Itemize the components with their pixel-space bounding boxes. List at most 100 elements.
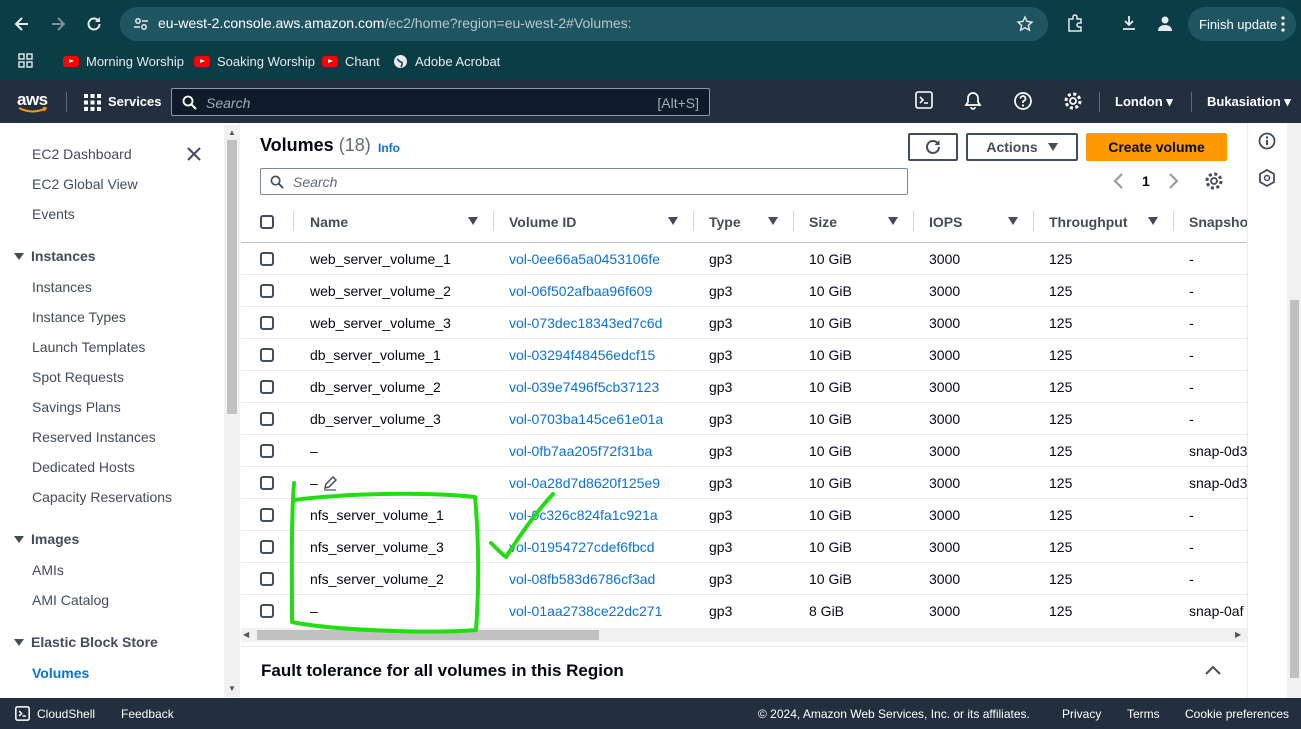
sidebar-item-ec2-global-view[interactable]: EC2 Global View <box>32 176 138 192</box>
sort-caret-icon[interactable] <box>768 217 778 225</box>
table-preferences-gear-icon[interactable] <box>1204 171 1224 191</box>
services-grid-icon[interactable] <box>84 94 101 111</box>
bookmark-star-icon[interactable] <box>1016 15 1034 33</box>
sort-caret-icon[interactable] <box>1008 217 1018 225</box>
table-row[interactable]: web_server_volume_1 vol-0ee66a5a0453106f… <box>241 243 1247 275</box>
chevron-up-icon[interactable] <box>1204 664 1222 676</box>
cell-volume-id-link[interactable]: vol-039e7496f5cb37123 <box>509 379 659 395</box>
finish-update-button[interactable]: Finish update <box>1188 7 1296 41</box>
table-row[interactable]: web_server_volume_3 vol-073dec18343ed7c6… <box>241 307 1247 339</box>
cell-volume-id-link[interactable]: vol-0ee66a5a0453106fe <box>509 251 660 267</box>
sort-caret-icon[interactable] <box>1148 217 1158 225</box>
column-header-iops[interactable]: IOPS <box>929 214 962 230</box>
table-row[interactable]: – vol-0a28d7d8620f125e9 gp3 10 GiB 3000 … <box>241 467 1247 499</box>
row-checkbox[interactable] <box>260 252 274 266</box>
actions-button[interactable]: Actions <box>966 133 1078 161</box>
cell-volume-id-link[interactable]: vol-01aa2738ce22dc271 <box>509 603 662 619</box>
bookmark-adobe-acrobat[interactable]: Adobe Acrobat <box>393 52 500 70</box>
row-checkbox[interactable] <box>260 412 274 426</box>
info-link[interactable]: Info <box>378 141 400 155</box>
cell-volume-id-link[interactable]: vol-08fb583d6786cf3ad <box>509 571 655 587</box>
row-checkbox[interactable] <box>260 476 274 490</box>
refresh-button[interactable] <box>908 133 958 161</box>
table-row[interactable]: nfs_server_volume_1 vol-0c326c824fa1c921… <box>241 499 1247 531</box>
scroll-right-arrow-icon[interactable]: ▶ <box>1235 630 1241 639</box>
profile-icon[interactable] <box>1156 14 1174 32</box>
row-checkbox[interactable] <box>260 604 274 618</box>
column-header-snapshot[interactable]: Snapshot <box>1189 214 1253 230</box>
close-sidebar-icon[interactable] <box>186 146 202 162</box>
cell-volume-id-link[interactable]: vol-06f502afbaa96f609 <box>509 283 652 299</box>
sidebar-section-images[interactable]: Images <box>14 531 79 547</box>
scroll-up-arrow-icon[interactable]: ▲ <box>228 128 236 137</box>
column-header-throughput[interactable]: Throughput <box>1049 214 1128 230</box>
cloudshell-link[interactable]: CloudShell <box>37 707 95 721</box>
hexagon-icon[interactable] <box>1258 169 1276 187</box>
cloudshell-icon[interactable] <box>15 706 30 721</box>
cell-volume-id-link[interactable]: vol-0703ba145ce61e01a <box>509 411 663 427</box>
scroll-left-arrow-icon[interactable]: ◀ <box>243 630 249 639</box>
cookie-preferences-link[interactable]: Cookie preferences <box>1185 707 1289 721</box>
table-row[interactable]: db_server_volume_1 vol-03294f48456edcf15… <box>241 339 1247 371</box>
prev-page-icon[interactable] <box>1112 172 1124 190</box>
table-row[interactable]: – vol-01aa2738ce22dc271 gp3 8 GiB 3000 1… <box>241 595 1247 627</box>
table-row[interactable]: nfs_server_volume_2 vol-08fb583d6786cf3a… <box>241 563 1247 595</box>
row-checkbox[interactable] <box>260 316 274 330</box>
info-circle-icon[interactable] <box>1258 132 1276 150</box>
row-checkbox[interactable] <box>260 508 274 522</box>
column-header-name[interactable]: Name <box>310 214 348 230</box>
help-icon[interactable] <box>1013 91 1033 111</box>
aws-logo[interactable]: aws <box>17 90 48 113</box>
sidebar-item-launch-templates[interactable]: Launch Templates <box>32 339 145 355</box>
next-page-icon[interactable] <box>1168 172 1180 190</box>
scroll-down-arrow-icon[interactable]: ▼ <box>228 684 236 693</box>
sidebar-item-savings-plans[interactable]: Savings Plans <box>32 399 121 415</box>
cell-volume-id-link[interactable]: vol-01954727cdef6fbcd <box>509 539 655 555</box>
sidebar-item-ami-catalog[interactable]: AMI Catalog <box>32 592 109 608</box>
terms-link[interactable]: Terms <box>1127 707 1160 721</box>
table-row[interactable]: web_server_volume_2 vol-06f502afbaa96f60… <box>241 275 1247 307</box>
current-page-number[interactable]: 1 <box>1142 173 1150 189</box>
download-icon[interactable] <box>1120 14 1138 32</box>
region-selector[interactable]: London ▾ <box>1115 94 1173 110</box>
column-header-size[interactable]: Size <box>809 214 837 230</box>
select-all-checkbox[interactable] <box>260 215 274 229</box>
column-header-volume-id[interactable]: Volume ID <box>509 214 576 230</box>
sidebar-item-capacity-reservations[interactable]: Capacity Reservations <box>32 489 172 505</box>
bookmark-soaking-worship[interactable]: Soaking Worship <box>194 52 315 70</box>
create-volume-button[interactable]: Create volume <box>1086 133 1227 161</box>
cloudshell-icon[interactable] <box>915 91 935 111</box>
sidebar-scroll-thumb[interactable] <box>227 140 237 414</box>
services-menu[interactable]: Services <box>108 94 162 109</box>
feedback-link[interactable]: Feedback <box>121 707 174 721</box>
sidebar-item-ec2-dashboard[interactable]: EC2 Dashboard <box>32 146 132 162</box>
sidebar-section-instances[interactable]: Instances <box>14 248 96 264</box>
row-checkbox[interactable] <box>260 284 274 298</box>
apps-grid-icon[interactable] <box>18 53 33 68</box>
table-row[interactable]: db_server_volume_3 vol-0703ba145ce61e01a… <box>241 403 1247 435</box>
cell-volume-id-link[interactable]: vol-03294f48456edcf15 <box>509 347 655 363</box>
cell-volume-id-link[interactable]: vol-0c326c824fa1c921a <box>509 507 658 523</box>
volume-search-input[interactable]: Search <box>260 168 908 195</box>
notifications-bell-icon[interactable] <box>963 91 983 111</box>
page-scroll-thumb[interactable] <box>1290 300 1299 678</box>
extensions-icon[interactable] <box>1066 14 1084 32</box>
table-row[interactable]: db_server_volume_2 vol-039e7496f5cb37123… <box>241 371 1247 403</box>
sort-caret-icon[interactable] <box>468 217 478 225</box>
row-checkbox[interactable] <box>260 444 274 458</box>
back-icon[interactable] <box>8 10 36 38</box>
bookmark-morning-worship[interactable]: Morning Worship <box>63 52 184 70</box>
reload-icon[interactable] <box>80 10 108 38</box>
sidebar-item-instance-types[interactable]: Instance Types <box>32 309 126 325</box>
bookmark-chant[interactable]: Chant <box>322 52 380 70</box>
site-settings-icon[interactable] <box>133 16 149 32</box>
column-header-type[interactable]: Type <box>709 214 741 230</box>
sidebar-item-volumes[interactable]: Volumes <box>32 665 89 681</box>
sidebar-section-elastic-block-store[interactable]: Elastic Block Store <box>14 634 158 650</box>
privacy-link[interactable]: Privacy <box>1062 707 1101 721</box>
settings-gear-icon[interactable] <box>1063 91 1083 111</box>
table-row[interactable]: nfs_server_volume_3 vol-01954727cdef6fbc… <box>241 531 1247 563</box>
cell-volume-id-link[interactable]: vol-0a28d7d8620f125e9 <box>509 475 660 491</box>
sidebar-item-dedicated-hosts[interactable]: Dedicated Hosts <box>32 459 135 475</box>
sort-caret-icon[interactable] <box>888 217 898 225</box>
